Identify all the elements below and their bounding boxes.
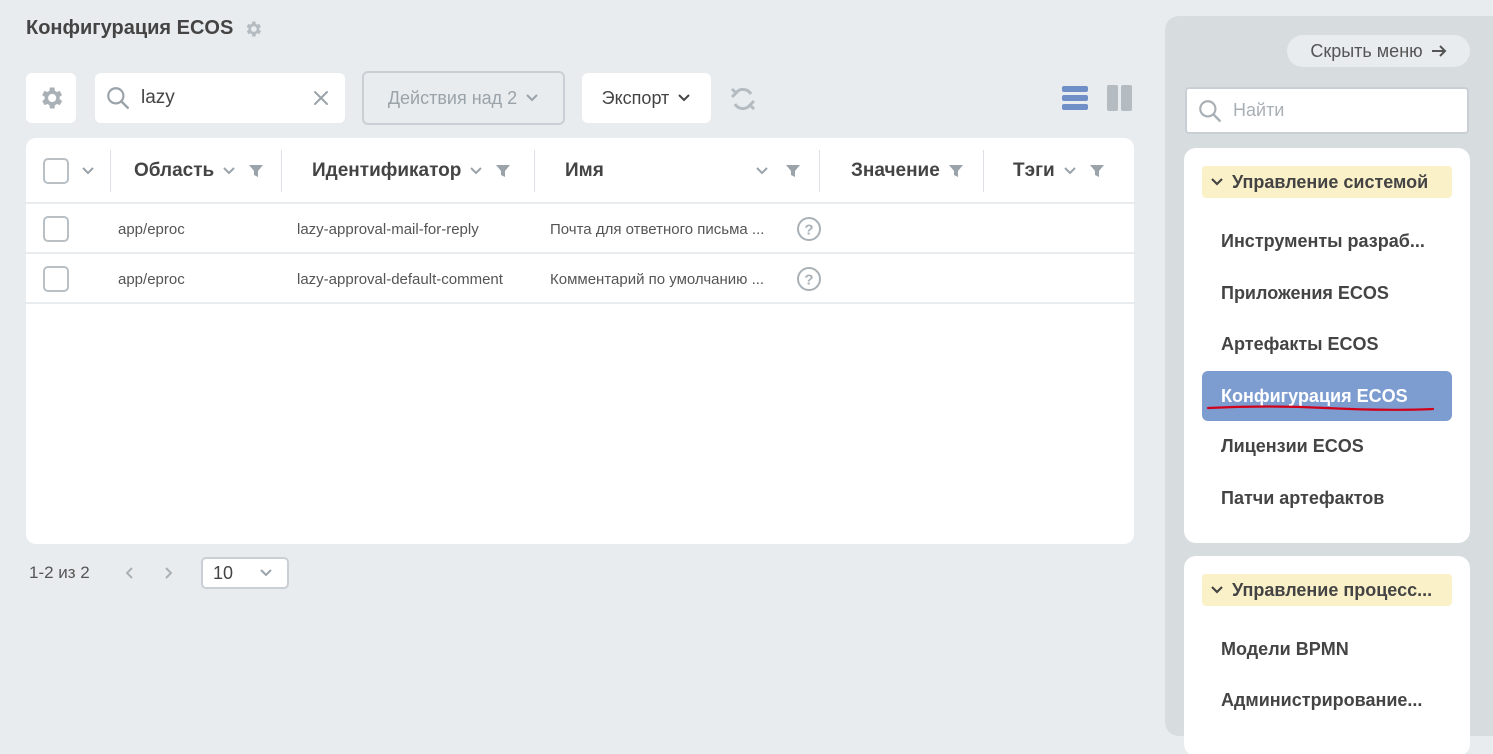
search-icon	[1199, 99, 1221, 122]
table-row[interactable]: app/eproc lazy-approval-mail-for-reply П…	[26, 204, 1134, 254]
title-settings-icon[interactable]	[243, 19, 263, 39]
bulk-actions-button[interactable]: Действия над 2	[362, 71, 565, 125]
sidebar-item-label: Инструменты разраб...	[1221, 230, 1425, 251]
sidebar-item-bpmn-models[interactable]: Модели BPMN	[1202, 625, 1452, 673]
column-divider	[819, 150, 820, 192]
help-icon[interactable]: ?	[796, 266, 822, 292]
column-header-area[interactable]: Область	[134, 138, 264, 204]
chevron-down-icon[interactable]	[81, 166, 95, 176]
column-divider	[281, 150, 282, 192]
column-divider	[534, 150, 535, 192]
column-header-name[interactable]: Имя	[565, 138, 604, 204]
sidebar-item-label: Модели BPMN	[1221, 638, 1349, 659]
page-size-value: 10	[213, 562, 234, 583]
sidebar-group-title: Управление процесс...	[1232, 579, 1433, 600]
column-header-label: Имя	[565, 160, 604, 181]
page-size-select[interactable]: 10	[201, 557, 289, 589]
cell-area: app/eproc	[118, 220, 185, 238]
sidebar-group-system[interactable]: Управление системой	[1202, 166, 1452, 198]
column-header-value[interactable]: Значение	[851, 138, 964, 204]
sidebar-search-field[interactable]: Найти	[1185, 87, 1469, 134]
table-settings-button[interactable]	[26, 73, 76, 123]
annotation-underline	[1206, 405, 1435, 411]
sidebar-item-artifact-patches[interactable]: Патчи артефактов	[1202, 474, 1452, 522]
export-label: Экспорт	[601, 87, 670, 108]
list-view-icon[interactable]	[1061, 84, 1089, 112]
select-all-checkbox[interactable]	[43, 158, 69, 184]
select-all-control[interactable]	[43, 138, 95, 204]
help-icon[interactable]: ?	[796, 216, 822, 242]
chevron-down-icon[interactable]	[469, 166, 483, 176]
column-header-tags[interactable]: Тэги	[1013, 138, 1105, 204]
svg-text:?: ?	[804, 222, 813, 239]
row-checkbox[interactable]	[43, 216, 69, 242]
sidebar-item-configuration[interactable]: Конфигурация ECOS	[1202, 371, 1452, 421]
filter-icon[interactable]	[495, 163, 511, 179]
cell-name: Почта для ответного письма ...	[550, 220, 765, 238]
chevron-down-icon[interactable]	[755, 166, 769, 176]
bulk-actions-label: Действия над 2	[387, 87, 518, 108]
hide-menu-button[interactable]: Скрыть меню	[1287, 35, 1470, 67]
sidebar-item-label: Лицензии ECOS	[1221, 435, 1364, 456]
search-input[interactable]: lazy	[141, 87, 313, 109]
cell-name: Комментарий по умолчанию ...	[550, 270, 765, 288]
page-title-text: Конфигурация ECOS	[26, 17, 234, 39]
column-header-label: Значение	[851, 160, 940, 181]
search-field[interactable]: lazy	[95, 73, 345, 123]
column-header-label: Идентификатор	[312, 160, 462, 181]
sidebar-group-title: Управление системой	[1232, 171, 1429, 192]
sidebar-item-artifacts[interactable]: Артефакты ECOS	[1202, 320, 1452, 368]
sidebar-group-process[interactable]: Управление процесс...	[1202, 574, 1452, 606]
table-header: Область Идентификатор Имя Значение Тэги	[26, 138, 1134, 204]
sidebar-item-label: Администрирование...	[1221, 689, 1423, 710]
settings-icon	[42, 87, 63, 109]
svg-text:?: ?	[804, 272, 813, 289]
chevron-down-icon[interactable]	[1063, 166, 1077, 176]
sidebar-item-label: Артефакты ECOS	[1221, 333, 1379, 354]
pagination-summary: 1-2 из 2	[29, 563, 90, 582]
filter-icon[interactable]	[248, 163, 264, 179]
page-title: Конфигурация ECOS	[26, 17, 263, 40]
refresh-icon[interactable]	[728, 84, 758, 114]
arrow-right-icon	[1431, 45, 1447, 57]
column-divider	[110, 150, 111, 192]
chevron-down-icon	[1211, 586, 1223, 594]
clear-icon[interactable]	[313, 90, 329, 106]
filter-icon[interactable]	[948, 163, 964, 179]
chevron-down-icon	[1211, 178, 1223, 186]
sidebar-item-dev-tools[interactable]: Инструменты разраб...	[1202, 217, 1452, 265]
filter-icon[interactable]	[1089, 163, 1105, 179]
chevron-left-icon[interactable]	[122, 565, 138, 581]
table-row[interactable]: app/eproc lazy-approval-default-comment …	[26, 254, 1134, 304]
column-divider	[983, 150, 984, 192]
filter-icon[interactable]	[785, 163, 801, 179]
row-checkbox[interactable]	[43, 266, 69, 292]
journal-table: Область Идентификатор Имя Значение Тэги	[26, 138, 1134, 544]
chevron-down-icon	[678, 94, 691, 102]
sidebar-item-applications[interactable]: Приложения ECOS	[1202, 269, 1452, 317]
sidebar-item-licenses[interactable]: Лицензии ECOS	[1202, 422, 1452, 470]
sidebar-item-label: Патчи артефактов	[1221, 487, 1385, 508]
cell-identifier: lazy-approval-mail-for-reply	[297, 220, 479, 238]
search-icon	[107, 87, 129, 109]
sidebar-item-administration[interactable]: Администрирование...	[1202, 676, 1452, 724]
columns-view-icon[interactable]	[1106, 84, 1134, 112]
hide-menu-label: Скрыть меню	[1310, 40, 1423, 61]
column-header-label: Тэги	[1013, 160, 1055, 181]
cell-identifier: lazy-approval-default-comment	[297, 270, 503, 288]
chevron-down-icon	[526, 94, 538, 102]
cell-area: app/eproc	[118, 270, 185, 288]
chevron-down-icon[interactable]	[222, 166, 236, 176]
column-header-identifier[interactable]: Идентификатор	[312, 138, 511, 204]
sidebar-item-label: Приложения ECOS	[1221, 282, 1389, 303]
column-header-label: Область	[134, 160, 215, 181]
sidebar-search-input[interactable]: Найти	[1233, 100, 1284, 121]
export-button[interactable]: Экспорт	[582, 73, 711, 123]
chevron-right-icon[interactable]	[160, 565, 176, 581]
chevron-down-icon	[260, 569, 272, 577]
